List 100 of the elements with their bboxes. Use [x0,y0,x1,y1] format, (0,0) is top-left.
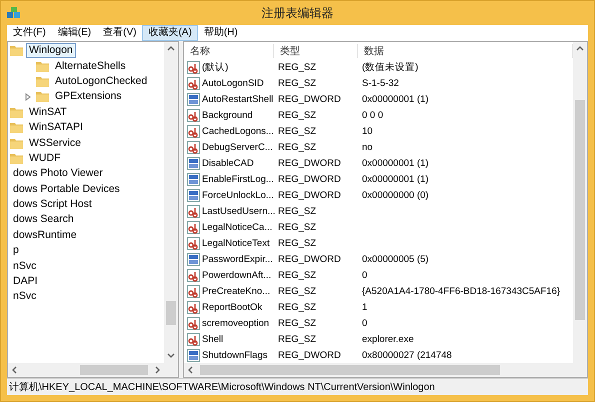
registry-path: 计算机\HKEY_LOCAL_MACHINE\SOFTWARE\Microsoft\Windows NT\CurrentVersion\Winlogon [8,380,435,394]
value-type: REG_SZ [277,78,318,89]
value-type: REG_DWORD [277,254,342,265]
string-value-icon [187,108,200,122]
value-data: 0x00000005 (5) [361,254,430,265]
value-name[interactable]: EnableFirstLog... [202,174,274,185]
value-name[interactable]: Background [202,110,253,121]
value-data: S-1-5-32 [361,78,400,89]
string-value-icon [187,332,200,346]
value-type: REG_SZ [277,222,318,233]
folder-icon [10,138,23,149]
value-type: REG_DWORD [277,190,342,201]
value-type: REG_DWORD [277,158,342,169]
menu-item[interactable]: 文件(F) [7,25,52,41]
binary-value-icon [187,252,200,266]
value-name[interactable]: scremoveoption [202,318,270,329]
vertical-scrollbar[interactable] [164,42,178,363]
value-name[interactable]: AutoLogonSID [202,78,264,89]
value-type: REG_SZ [277,302,318,313]
tree-item[interactable]: dows Search [10,212,77,228]
folder-icon [10,152,23,164]
string-value-icon [187,76,200,90]
tree-item[interactable]: dows Portable Devices [10,182,123,197]
registry-cubes-icon [7,6,21,20]
value-name[interactable]: LegalNoticeText [202,238,270,249]
value-data: 0x80000027 (214748 [361,350,453,361]
value-type: REG_DWORD [277,94,342,105]
menu-item[interactable]: 帮助(H) [198,25,244,41]
value-type: REG_DWORD [277,350,342,361]
value-name[interactable]: ShutdownFlags [202,350,268,361]
value-name[interactable]: PowerdownAft... [202,270,272,281]
scrollbar-thumb[interactable] [575,100,585,320]
value-name[interactable]: LastUsedUsern... [202,206,276,217]
folder-icon [10,106,23,118]
tree-item[interactable]: Winlogon [26,43,76,58]
value-data: 0 [361,270,368,281]
tree-item[interactable]: WinSAT [26,104,70,120]
scrollbar-thumb[interactable] [166,300,176,324]
value-name[interactable]: DebugServerC... [202,142,273,153]
value-name[interactable]: DisableCAD [202,158,254,169]
column-header[interactable]: 类型 [274,44,358,58]
tree-item[interactable]: WUDF [26,150,64,166]
value-data: no [361,142,374,153]
string-value-icon [187,236,200,250]
value-name[interactable]: CachedLogons... [202,126,274,137]
vertical-scrollbar[interactable] [573,42,587,363]
value-data: 0x00000001 (1) [361,158,430,169]
value-name[interactable]: AutoRestartShell [202,94,274,105]
value-name[interactable]: ForceUnlockLo... [202,190,274,201]
column-header[interactable]: 名称 [184,44,274,58]
string-value-icon [187,60,200,74]
value-name[interactable]: Shell [202,334,224,345]
tree-item[interactable]: nSvc [10,258,40,274]
value-data: 0x00000000 (0) [361,190,430,201]
horizontal-scrollbar[interactable] [184,363,587,377]
value-type: REG_DWORD [277,174,342,185]
value-type: REG_SZ [277,334,318,345]
tree-item[interactable]: GPExtensions [52,89,125,104]
string-value-icon [187,220,200,234]
value-name[interactable]: ReportBootOk [202,302,262,313]
value-name[interactable]: PreCreateKno... [202,286,270,297]
value-data: 0x00000001 (1) [361,94,430,105]
tree-item[interactable]: WinSATAPI [26,120,86,136]
scrollbar-thumb[interactable] [200,365,500,376]
menu-item[interactable]: 收藏夹(A) [142,25,198,41]
tree-item[interactable]: DAPI [10,274,41,290]
value-type: REG_SZ [277,318,318,329]
value-data: 0x00000001 (1) [361,174,430,185]
menu-item[interactable]: 查看(V) [97,25,142,41]
tree-item[interactable]: p [10,243,22,258]
tree-item[interactable]: dowsRuntime [10,228,80,243]
folder-icon [36,60,49,72]
tree-item[interactable]: AutoLogonChecked [52,74,150,89]
value-data: 1 [361,302,368,313]
string-value-icon [187,300,200,314]
value-type: REG_SZ [277,286,318,297]
horizontal-scrollbar[interactable] [8,363,178,377]
folder-icon [10,122,23,134]
folder-icon [36,91,49,102]
value-data: 0 [361,318,368,329]
tree-item[interactable]: dows Script Host [10,197,95,212]
value-name[interactable]: PasswordExpir... [202,254,273,265]
tree-item[interactable]: nSvc [10,289,40,304]
binary-value-icon [187,156,200,170]
value-name[interactable]: LegalNoticeCa... [202,222,272,233]
value-type: REG_SZ [277,206,318,217]
scrollbar-thumb[interactable] [80,365,148,375]
expand-icon[interactable] [23,92,33,102]
binary-value-icon [187,188,200,202]
value-name[interactable]: (默认) [202,60,228,74]
tree-item[interactable]: dows Photo Viewer [10,166,106,182]
string-value-icon [187,316,200,330]
menu-item[interactable]: 编辑(E) [52,25,98,41]
string-value-icon [187,284,200,298]
tree-item[interactable]: WSService [26,136,84,151]
tree-item[interactable]: AlternateShells [52,58,129,74]
window-title: 注册表编辑器 [260,4,334,22]
string-value-icon [187,124,200,138]
value-data: explorer.exe [361,334,415,345]
value-type: REG_SZ [277,142,318,153]
